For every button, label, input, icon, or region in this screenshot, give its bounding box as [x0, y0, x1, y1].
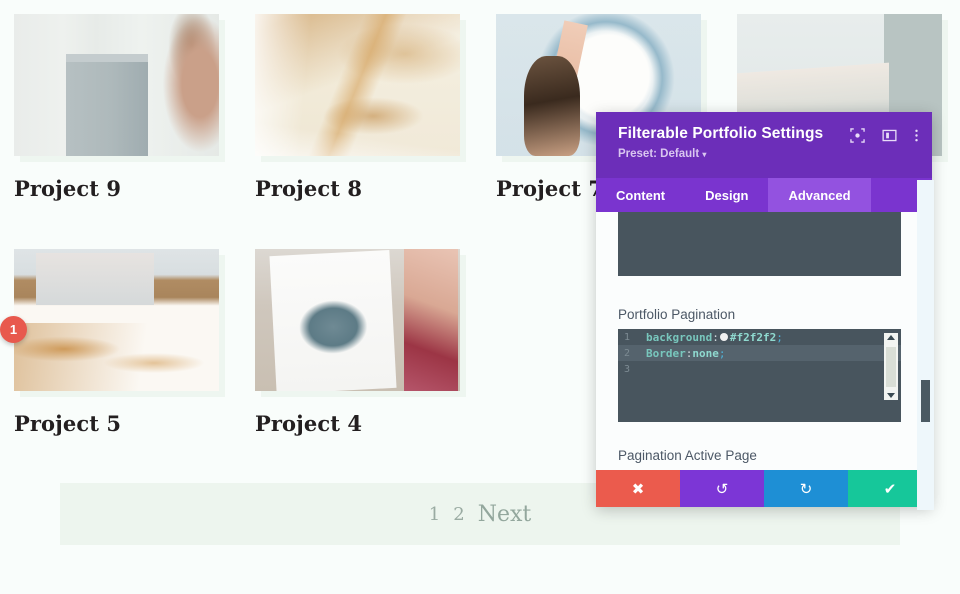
artwork-image [14, 249, 219, 391]
line-number: 2 [624, 347, 631, 359]
modal-header: Filterable Portfolio Settings Preset: De… [596, 112, 932, 178]
modal-header-icons [850, 128, 919, 143]
project-thumbnail[interactable] [255, 249, 460, 391]
cancel-button[interactable]: ✖ [596, 470, 680, 507]
code-line[interactable]: 1 background: #f2f2f2; [618, 329, 901, 345]
css-value: #f2f2f2 [729, 330, 777, 344]
code-field-above[interactable] [618, 212, 901, 276]
line-number: 1 [624, 331, 631, 343]
chevron-down-icon: ▾ [702, 150, 707, 159]
panel-scrollbar-thumb[interactable] [921, 380, 930, 422]
scroll-down-arrow-icon[interactable] [887, 393, 895, 398]
css-value: none [692, 346, 719, 360]
modal-tabs: Content Design Advanced [596, 178, 932, 212]
field-label-portfolio-pagination: Portfolio Pagination [618, 307, 736, 322]
pagination-next-link[interactable]: Next [478, 502, 532, 527]
project-thumbnail[interactable] [14, 249, 219, 391]
paintbrush-icon [312, 263, 355, 333]
project-title: Project 4 [255, 411, 363, 436]
css-semicolon: ; [718, 346, 726, 360]
tab-design[interactable]: Design [685, 178, 768, 212]
portfolio-item[interactable]: Project 5 [14, 249, 219, 436]
panel-scroll-track[interactable] [917, 180, 934, 510]
portfolio-item[interactable]: Project 8 [255, 14, 460, 201]
project-title: Project 5 [14, 411, 122, 436]
color-swatch-icon[interactable] [719, 333, 728, 341]
tab-advanced[interactable]: Advanced [768, 178, 871, 212]
artwork-image [14, 14, 219, 156]
tab-content[interactable]: Content [596, 178, 685, 212]
editor-scrollbar[interactable] [884, 333, 898, 400]
more-options-icon[interactable] [914, 128, 919, 143]
pagination-page-2[interactable]: 2 [453, 504, 464, 525]
project-title: Project 9 [14, 176, 122, 201]
settings-modal: Filterable Portfolio Settings Preset: De… [596, 112, 932, 507]
step-badge: 1 [0, 316, 27, 343]
pagination-page-1[interactable]: 1 [429, 504, 440, 525]
portfolio-item[interactable]: Project 9 [14, 14, 219, 201]
modal-body: Portfolio Pagination 1 background: #f2f2f… [596, 212, 932, 465]
css-colon: : [685, 346, 693, 360]
css-property: Border [646, 346, 686, 360]
redo-button[interactable]: ↻ [764, 470, 848, 507]
css-colon: : [712, 330, 719, 344]
css-code-editor[interactable]: 1 background: #f2f2f2; 2 Border: none; 3 [618, 329, 901, 422]
line-number: 3 [624, 363, 631, 375]
scroll-up-arrow-icon[interactable] [887, 335, 895, 340]
field-label-pagination-active-page: Pagination Active Page [618, 448, 757, 463]
artwork-image [255, 249, 460, 391]
artwork-image [255, 14, 460, 156]
preset-selector[interactable]: Preset: Default ▾ [618, 148, 916, 160]
css-property: background [646, 330, 713, 344]
editor-scrollbar-thumb[interactable] [886, 346, 896, 387]
focus-target-icon[interactable] [850, 128, 865, 143]
layout-panel-icon[interactable] [882, 128, 897, 143]
portfolio-item[interactable]: Project 4 [255, 249, 460, 436]
code-line[interactable]: 2 Border: none; [618, 345, 901, 361]
project-thumbnail[interactable] [255, 14, 460, 156]
modal-action-bar: ✖ ↺ ↻ ✔ [596, 470, 932, 507]
project-title: Project 8 [255, 176, 363, 201]
code-line[interactable]: 3 [618, 361, 901, 377]
preset-label: Preset: Default [618, 148, 700, 160]
undo-button[interactable]: ↺ [680, 470, 764, 507]
project-thumbnail[interactable] [14, 14, 219, 156]
css-semicolon: ; [776, 330, 783, 344]
